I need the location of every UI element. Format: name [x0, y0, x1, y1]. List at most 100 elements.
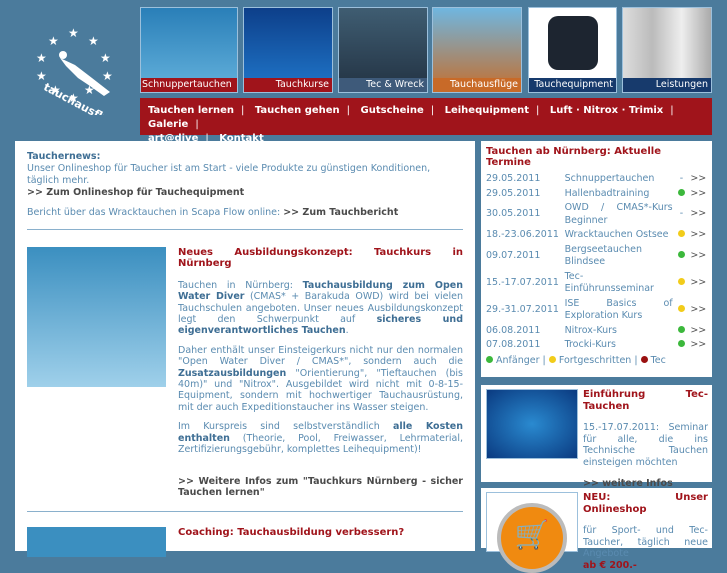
termin-more-link[interactable]: >> [690, 304, 708, 317]
article-title: Neues Ausbildungskonzept: Tauchkurs in N… [178, 247, 463, 270]
svg-text:★: ★ [68, 26, 79, 40]
termin-date: 30.05.2011 [486, 208, 541, 220]
termin-level [673, 250, 691, 263]
termin-more-link[interactable]: >> [690, 325, 708, 338]
article-image[interactable] [27, 247, 166, 387]
svg-text:★: ★ [36, 69, 47, 83]
termine-title: Tauchen ab Nürnberg: Aktuelle Termine [486, 146, 661, 168]
svg-text:★: ★ [48, 34, 59, 48]
termin-date: 07.08.2011 [486, 339, 541, 350]
article-paragraph: Daher enthält unser Einsteigerkurs nicht… [178, 344, 463, 413]
divider [27, 511, 463, 512]
termin-more-link[interactable]: >> [690, 277, 708, 290]
tauchkurs-more-link[interactable]: >> Weitere Infos zum "Tauchkurs Nürnberg… [178, 476, 463, 499]
red-dot-icon [640, 355, 648, 363]
termin-level [673, 188, 691, 201]
termin-level: - [679, 173, 684, 184]
tec-title: Einführung Tec-Tauchen [583, 389, 708, 412]
tauchbericht-link[interactable]: >> Zum Tauchbericht [283, 207, 398, 218]
shop-promo: 🛒 NEU: Unser Onlineshop für Sport- und T… [481, 488, 712, 573]
news-title: Tauchernews: [27, 151, 101, 162]
termin-row[interactable]: 18.-23.06.2011 Wracktauchen Ostsee >> [486, 228, 708, 243]
shop-title: NEU: Unser Onlineshop [583, 492, 708, 515]
nav-gutscheine[interactable]: Gutscheine [361, 105, 424, 116]
article-paragraph: Im Kurspreis sind selbstverständlich all… [178, 421, 463, 456]
tec-promo: Einführung Tec-Tauchen 15.-17.07.2011: S… [481, 385, 712, 489]
tile-tauchkurse[interactable]: Tauchkurse [243, 7, 333, 93]
termin-date: 15.-17.07.2011 [486, 276, 559, 288]
news-text: Unser Onlineshop für Taucher ist am Star… [27, 163, 431, 186]
nav-galerie[interactable]: Galerie [148, 119, 188, 130]
svg-text:★: ★ [100, 51, 111, 65]
termin-date: 09.07.2011 [486, 249, 541, 261]
shop-price: ab € 200.- [583, 559, 637, 571]
nav-luft-nitrox-trimix[interactable]: Luft · Nitrox · Trimix [550, 105, 663, 116]
green-dot-icon [677, 250, 685, 258]
tec-image[interactable] [486, 389, 578, 459]
termin-more-link[interactable]: >> [690, 188, 708, 201]
termin-date: 29.05.2011 [486, 173, 541, 184]
termin-level [673, 325, 691, 338]
shop-image[interactable]: 🛒 [486, 492, 578, 573]
termin-name: Bergseetauchen Blindsee [564, 243, 643, 268]
termin-name: Nitrox-Kurs [564, 324, 617, 336]
tile-schnuppertauchen[interactable]: Schnuppertauchen [140, 7, 238, 93]
svg-text:★: ★ [36, 51, 47, 65]
green-dot-icon [486, 355, 493, 363]
yellow-dot-icon [548, 355, 556, 363]
termin-date: 18.-23.06.2011 [486, 229, 559, 240]
site-logo[interactable]: ★ ★ ★ ★ ★ ★ ★ ★ ★ ★ tauchausflug.eu [30, 20, 136, 139]
tile-leistungen[interactable]: Leistungen [622, 7, 712, 93]
nav-tauchen-gehen[interactable]: Tauchen gehen [255, 105, 340, 116]
main-nav: Tauchen lernen | Tauchen gehen | Gutschein… [140, 98, 712, 144]
termin-more-link[interactable]: >> [690, 339, 708, 352]
termin-row[interactable]: 09.07.2011 Bergseetauchen Blindsee >> [486, 243, 708, 270]
termin-level [673, 229, 691, 242]
termin-name: Wracktauchen Ostsee [564, 229, 669, 240]
termin-name: Schnuppertauchen [564, 173, 655, 184]
divider [27, 229, 463, 230]
yellow-dot-icon [677, 304, 685, 312]
termin-name: ISE Basics of Exploration Kurs [564, 297, 673, 322]
svg-text:★: ★ [102, 69, 113, 83]
termin-row[interactable]: 15.-17.07.2011 Tec-Einführunsseminar >> [486, 270, 708, 297]
termin-level: - [679, 208, 684, 220]
green-dot-icon [677, 325, 685, 333]
termin-row[interactable]: 29.05.2011 Hallenbadtraining >> [486, 187, 708, 202]
yellow-dot-icon [677, 230, 685, 237]
termin-row[interactable]: 06.08.2011 Nitrox-Kurs >> [486, 324, 708, 339]
onlineshop-link[interactable]: >> Zum Onlineshop für Tauchequipment [27, 187, 463, 199]
cart-icon: 🛒 [497, 503, 567, 573]
termine-box: Tauchen ab Nürnberg: Aktuelle Termine 29… [481, 141, 712, 377]
termin-level [673, 339, 691, 352]
termin-more-link[interactable]: >> [690, 208, 708, 221]
tec-text: 15.-17.07.2011: Seminar für alle, die in… [583, 422, 708, 468]
nav-leihequipment[interactable]: Leihequipment [445, 105, 529, 116]
termin-name: Trocki-Kurs [564, 339, 616, 350]
nav-tauchen-lernen[interactable]: Tauchen lernen [148, 105, 234, 116]
termin-row[interactable]: 07.08.2011 Trocki-Kurs >> [486, 338, 708, 353]
termin-name: OWD / CMAS*-Kurs Beginner [564, 202, 673, 226]
termin-row[interactable]: 29.05.2011 Schnuppertauchen - >> [486, 172, 708, 187]
yellow-dot-icon [677, 277, 685, 285]
termine-legend: Anfänger | Fortgeschritten | Tec [486, 355, 708, 366]
termin-date: 06.08.2011 [486, 324, 541, 336]
termin-row[interactable]: 29.-31.07.2011 ISE Basics of Exploration … [486, 297, 708, 324]
termin-date: 29.05.2011 [486, 187, 541, 199]
tile-tauchausfluege[interactable]: Tauchausflüge [432, 7, 522, 93]
termin-more-link[interactable]: >> [690, 250, 708, 263]
termin-name: Hallenbadtraining [564, 187, 650, 199]
termin-level [673, 277, 691, 290]
shop-text: für Sport- und Tec-Taucher, täglich neue… [583, 525, 708, 559]
tile-tec-wreck[interactable]: Tec & Wreck [338, 7, 428, 93]
svg-text:★: ★ [88, 34, 99, 48]
article-title: Coaching: Tauchausbildung verbessern? [178, 527, 405, 538]
termin-name: Tec-Einführunsseminar [564, 270, 654, 295]
scapa-flow-text: Bericht über das Wracktauchen in Scapa F… [27, 207, 281, 218]
tile-tauchequipment[interactable]: Tauchequipment [528, 7, 617, 93]
green-dot-icon [677, 340, 685, 347]
termin-row[interactable]: 30.05.2011 OWD / CMAS*-Kurs Beginner - >> [486, 201, 708, 228]
termin-more-link[interactable]: >> [690, 229, 708, 242]
article-image[interactable] [27, 527, 166, 557]
termin-more-link[interactable]: >> [690, 173, 708, 186]
